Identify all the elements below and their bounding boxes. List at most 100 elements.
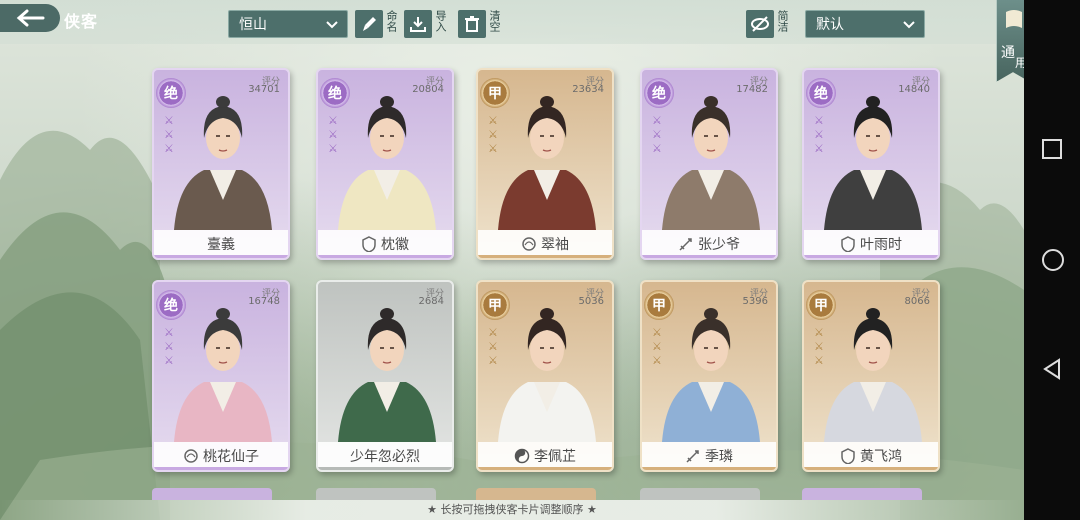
- score-value: 34701: [248, 84, 280, 95]
- android-nav-bar: [1024, 0, 1080, 520]
- star-rank-icon: ⚔ ⚔ ⚔: [652, 326, 662, 367]
- lotus-icon: [522, 237, 536, 251]
- hero-portrait: [498, 96, 596, 230]
- hero-card[interactable]: 绝 ⚔ ⚔ ⚔ 评分 14840 叶雨时: [802, 68, 940, 260]
- hero-portrait: [824, 308, 922, 442]
- hero-card[interactable]: 评分 2684 少年忽必烈: [316, 280, 454, 472]
- hero-card[interactable]: 甲 ⚔ ⚔ ⚔ 评分 5036 李佩芷: [476, 280, 614, 472]
- chevron-down-icon: [326, 21, 338, 29]
- score-value: 14840: [898, 84, 930, 95]
- hero-portrait: [498, 308, 596, 442]
- back-button[interactable]: [0, 4, 60, 32]
- hero-portrait: [174, 308, 272, 442]
- hero-nameplate: 桃花仙子: [154, 442, 288, 470]
- hero-portrait: [662, 96, 760, 230]
- hero-nameplate: 叶雨时: [804, 230, 938, 258]
- hero-nameplate: 张少爷: [642, 230, 776, 258]
- chevron-down-icon: [903, 21, 915, 29]
- score-value: 17482: [736, 84, 768, 95]
- page-title: 侠客: [64, 12, 99, 31]
- grade-badge: 绝: [156, 78, 186, 108]
- grade-badge: 绝: [644, 78, 674, 108]
- next-row-card-peek: [316, 488, 436, 500]
- rarity-strip: [804, 255, 938, 258]
- drag-hint: ★ 长按可拖拽侠客卡片调整顺序 ★: [0, 500, 1024, 520]
- back-nav-icon[interactable]: [1041, 358, 1063, 380]
- hero-name: 臺義: [207, 237, 235, 253]
- hero-card[interactable]: 甲 ⚔ ⚔ ⚔ 评分 23634 翠袖: [476, 68, 614, 260]
- brush-icon: [355, 10, 383, 38]
- star-rank-icon: ⚔ ⚔ ⚔: [488, 114, 498, 155]
- sect-filter-dropdown[interactable]: 恒山: [228, 10, 348, 38]
- hero-name: 翠袖: [541, 237, 569, 253]
- hero-card[interactable]: 绝 ⚔ ⚔ ⚔ 评分 20804 枕徽: [316, 68, 454, 260]
- rarity-strip: [478, 467, 612, 470]
- trash-icon: [458, 10, 486, 38]
- import-label: 导入: [434, 10, 447, 32]
- hero-portrait: [338, 308, 436, 442]
- score-value: 8066: [904, 296, 930, 307]
- hero-nameplate: 翠袖: [478, 230, 612, 258]
- rename-button[interactable]: 命名: [355, 10, 398, 38]
- hero-card[interactable]: 甲 ⚔ ⚔ ⚔ 评分 8066 黄飞鸿: [802, 280, 940, 472]
- recent-apps-icon[interactable]: [1041, 138, 1063, 160]
- rarity-strip: [318, 255, 452, 258]
- star-rank-icon: ⚔ ⚔ ⚔: [652, 114, 662, 155]
- hero-card[interactable]: 绝 ⚔ ⚔ ⚔ 评分 34701 臺義: [152, 68, 290, 260]
- back-arrow-icon: [16, 9, 45, 27]
- grade-badge: 甲: [480, 78, 510, 108]
- rarity-strip: [642, 255, 776, 258]
- clear-button[interactable]: 清空: [458, 10, 501, 38]
- hero-nameplate: 黄飞鸿: [804, 442, 938, 470]
- clear-label: 清空: [488, 10, 501, 32]
- next-row-card-peek: [640, 488, 760, 500]
- hero-card[interactable]: 绝 ⚔ ⚔ ⚔ 评分 16748 桃花仙子: [152, 280, 290, 472]
- hero-nameplate: 李佩芷: [478, 442, 612, 470]
- next-row-card-peek: [152, 488, 272, 500]
- sword-icon: [686, 450, 699, 463]
- import-button[interactable]: 导入: [404, 10, 447, 38]
- grade-badge: 绝: [156, 290, 186, 320]
- sect-filter-value: 恒山: [239, 17, 267, 33]
- hero-nameplate: 枕徽: [318, 230, 452, 258]
- hero-portrait: [824, 96, 922, 230]
- sort-dropdown[interactable]: 默认: [805, 10, 925, 38]
- taiji-icon: [514, 448, 530, 464]
- rarity-strip: [154, 255, 288, 258]
- shield-icon: [841, 236, 855, 252]
- hero-card[interactable]: 甲 ⚔ ⚔ ⚔ 评分 5396 季璘: [640, 280, 778, 472]
- simple-mode-toggle[interactable]: 简洁: [746, 10, 789, 38]
- hero-portrait: [338, 96, 436, 230]
- hero-card[interactable]: 绝 ⚔ ⚔ ⚔ 评分 17482 张少爷: [640, 68, 778, 260]
- sword-icon: [679, 238, 692, 251]
- hero-name: 李佩芷: [534, 449, 576, 465]
- grade-badge: 甲: [480, 290, 510, 320]
- shield-icon: [362, 236, 376, 252]
- hero-nameplate: 季璘: [642, 442, 776, 470]
- shield-icon: [841, 448, 855, 464]
- grade-badge: 甲: [644, 290, 674, 320]
- hero-name: 叶雨时: [860, 237, 902, 253]
- score-value: 16748: [248, 296, 280, 307]
- hero-name: 少年忽必烈: [350, 449, 420, 465]
- score-value: 2684: [418, 296, 444, 307]
- star-rank-icon: ⚔ ⚔ ⚔: [164, 326, 174, 367]
- star-rank-icon: ⚔ ⚔ ⚔: [814, 114, 824, 155]
- sort-value: 默认: [816, 17, 844, 33]
- home-icon[interactable]: [1041, 248, 1065, 272]
- general-tab-label-1: 通: [1001, 45, 1015, 61]
- rarity-strip: [154, 467, 288, 470]
- lotus-icon: [184, 449, 198, 463]
- simple-mode-label: 简洁: [776, 10, 789, 32]
- hero-nameplate: 臺義: [154, 230, 288, 258]
- score-value: 5396: [742, 296, 768, 307]
- eye-off-icon: [746, 10, 774, 38]
- rarity-strip: [318, 467, 452, 470]
- hero-portrait: [662, 308, 760, 442]
- grade-badge: 绝: [806, 78, 836, 108]
- rarity-strip: [804, 467, 938, 470]
- score-value: 5036: [578, 296, 604, 307]
- next-row-card-peek: [802, 488, 922, 500]
- grade-badge: 绝: [320, 78, 350, 108]
- hero-nameplate: 少年忽必烈: [318, 442, 452, 470]
